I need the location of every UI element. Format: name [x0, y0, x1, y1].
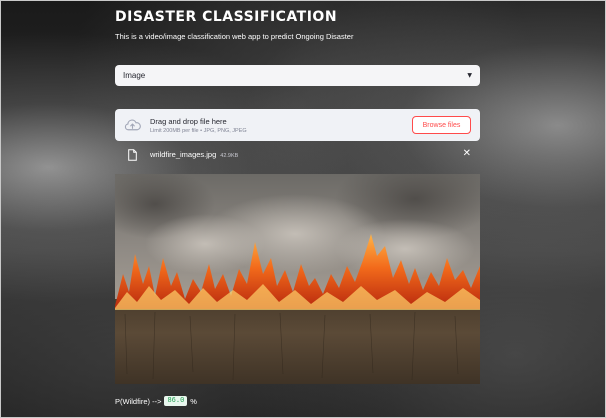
file-size: 42.9KB: [220, 153, 239, 159]
mode-select[interactable]: Image ▼: [115, 65, 480, 86]
uploader-prompt: Drag and drop file here: [150, 117, 227, 126]
page-subtitle: This is a video/image classification web…: [115, 32, 354, 41]
prediction-label: P(Wildfire) -->: [115, 396, 162, 406]
file-name: wrildfire_images.jpg: [150, 150, 217, 159]
page-title: DISASTER CLASSIFICATION: [115, 9, 338, 25]
mode-select-value: Image: [123, 71, 146, 80]
file-icon: [128, 149, 137, 161]
close-icon[interactable]: ✕: [463, 148, 471, 159]
cloud-upload-icon: [124, 119, 141, 131]
prediction-score: 86.0: [164, 396, 188, 406]
prediction-result: P(Wildfire) --> 86.0 %: [115, 396, 197, 406]
caret-down-icon: ▼: [467, 72, 472, 79]
uploaded-image-preview: [115, 174, 480, 384]
file-uploader-dropzone[interactable]: Drag and drop file here Limit 200MB per …: [115, 109, 480, 141]
browse-files-button[interactable]: Browse files: [412, 116, 471, 134]
uploader-hint: Limit 200MB per file • JPG, PNG, JPEG: [150, 128, 247, 134]
uploaded-file-row: wrildfire_images.jpg 42.9KB ✕: [115, 148, 480, 164]
prediction-unit: %: [190, 396, 197, 406]
